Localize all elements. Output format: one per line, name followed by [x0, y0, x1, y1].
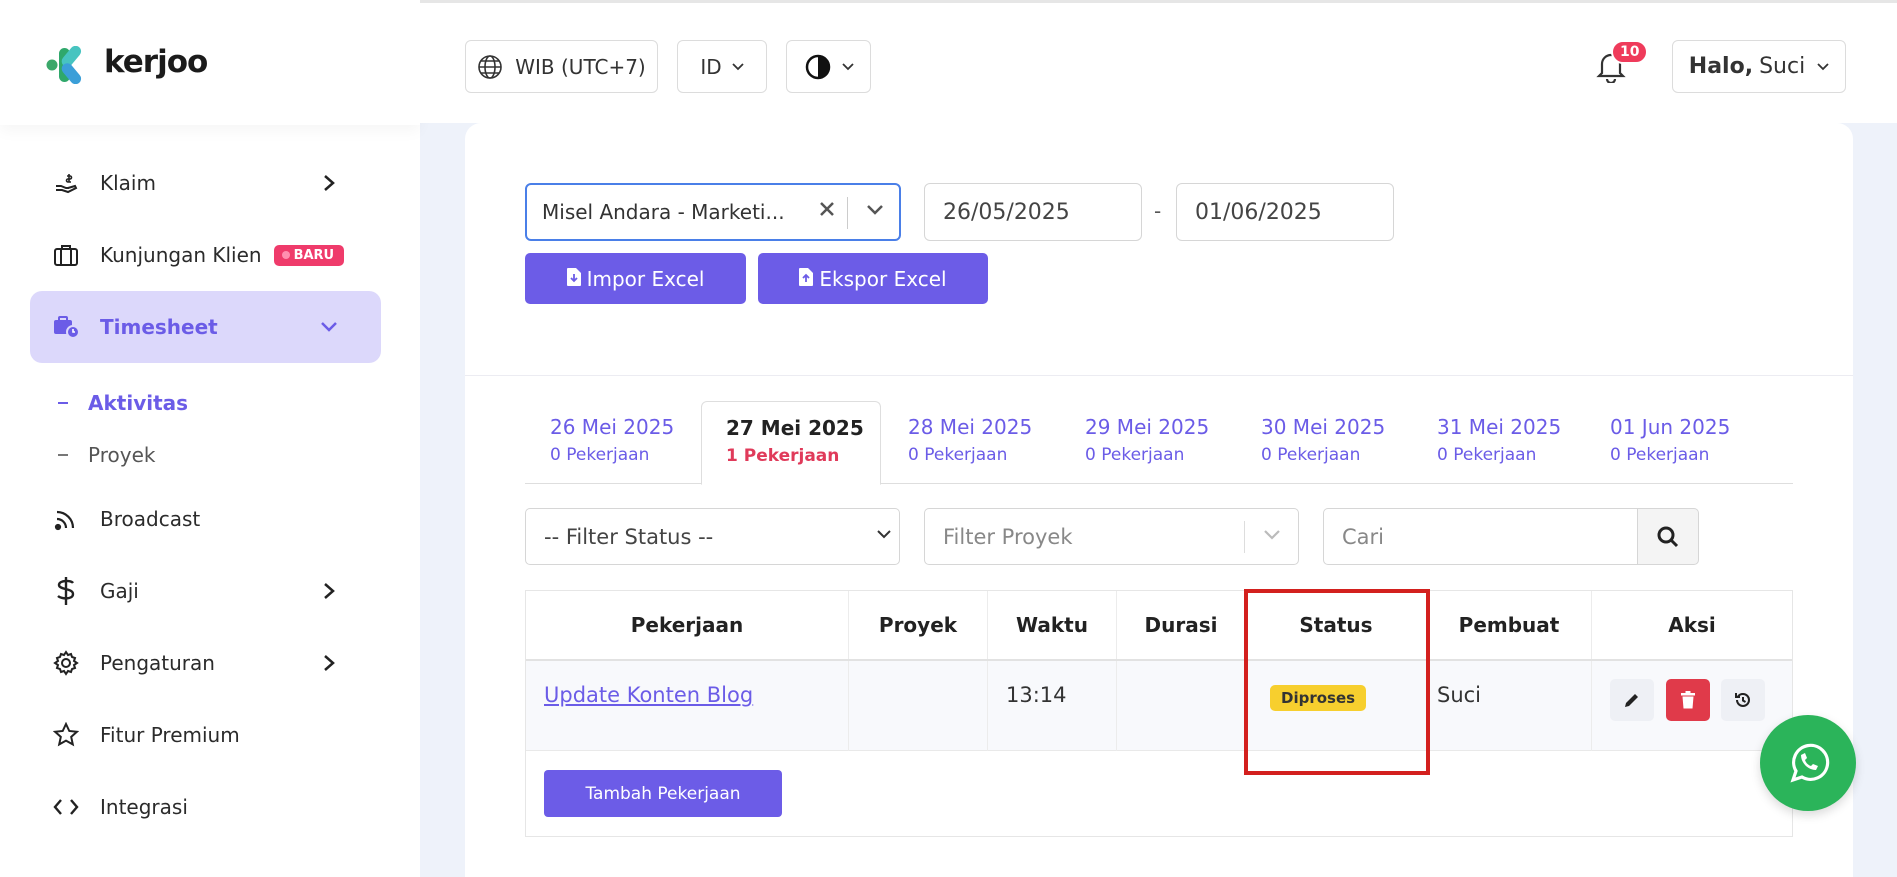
history-icon [1733, 690, 1753, 710]
search-button[interactable] [1637, 508, 1699, 565]
user-menu[interactable]: Halo, Suci [1672, 40, 1846, 93]
sidebar-item-label: Klaim [100, 171, 156, 195]
table-row: Update Konten Blog 13:14 Diproses Suci [526, 661, 1792, 751]
sidebar-item-label: Broadcast [100, 507, 201, 531]
column-header: Durasi [1117, 591, 1246, 659]
sidebar-item-kunjungan-klien[interactable]: Kunjungan Klien BARU [30, 219, 381, 291]
status-badge: Diproses [1270, 685, 1367, 711]
brand-name[interactable]: kerjoo [104, 44, 208, 80]
sidebar-item-label: Fitur Premium [100, 723, 240, 747]
chevron-down-icon [732, 62, 744, 71]
column-header: Status [1246, 591, 1427, 659]
language-selector[interactable]: ID [677, 40, 767, 93]
new-badge: BARU [273, 244, 345, 266]
briefcase-icon [52, 241, 80, 269]
tab-day-3[interactable]: 28 Mei 2025 0 Pekerjaan [908, 401, 1032, 485]
time-cell: 13:14 [1006, 683, 1067, 707]
tab-day-1[interactable]: 26 Mei 2025 0 Pekerjaan [550, 401, 674, 485]
tab-day-6[interactable]: 31 Mei 2025 0 Pekerjaan [1437, 401, 1561, 485]
chevron-down-icon[interactable] [865, 199, 885, 224]
theme-toggle[interactable] [786, 40, 871, 93]
brand-header: kerjoo [0, 0, 420, 125]
whatsapp-icon [1783, 738, 1833, 788]
column-header: Proyek [849, 591, 988, 659]
chevron-down-icon [317, 315, 341, 339]
hand-coin-icon [52, 169, 80, 197]
search-icon [1656, 525, 1680, 549]
chevron-right-icon [317, 171, 341, 195]
file-export-icon [799, 267, 814, 291]
tab-day-4[interactable]: 29 Mei 2025 0 Pekerjaan [1085, 401, 1209, 485]
chevron-right-icon [317, 651, 341, 675]
timesheet-table: Pekerjaan Proyek Waktu Durasi Status Pem… [525, 590, 1793, 837]
star-icon [52, 721, 80, 749]
sidebar-item-broadcast[interactable]: Broadcast [30, 483, 381, 555]
contrast-icon [804, 53, 832, 81]
globe-icon [477, 54, 503, 80]
kerjoo-logo-icon [46, 46, 82, 84]
timesheet-icon [52, 313, 80, 341]
chevron-down-icon [877, 529, 891, 539]
sidebar-item-gaji[interactable]: Gaji [30, 555, 381, 627]
sidebar-item-label: Integrasi [100, 795, 188, 819]
sidebar-item-timesheet[interactable]: Timesheet [30, 291, 381, 363]
status-filter-select[interactable]: -- Filter Status -- [525, 508, 900, 565]
job-link[interactable]: Update Konten Blog [544, 683, 753, 707]
creator-cell: Suci [1437, 683, 1482, 707]
tab-day-5[interactable]: 30 Mei 2025 0 Pekerjaan [1261, 401, 1385, 485]
project-filter-select[interactable]: Filter Proyek [924, 508, 1299, 565]
chevron-down-icon [1263, 529, 1281, 541]
sidebar: kerjoo Klaim Kunjungan Klien BARU Timesh… [0, 0, 420, 877]
employee-select[interactable]: Misel Andara - Marketi... [525, 183, 901, 241]
delete-button[interactable] [1666, 679, 1710, 721]
dollar-icon [52, 577, 80, 605]
sidebar-item-fitur-premium[interactable]: Fitur Premium [30, 699, 381, 771]
project-cell [849, 661, 988, 751]
timezone-selector[interactable]: WIB (UTC+7) [465, 40, 658, 93]
sidebar-item-integrasi[interactable]: Integrasi [30, 771, 381, 843]
add-job-button[interactable]: Tambah Pekerjaan [544, 770, 782, 817]
edit-button[interactable] [1610, 679, 1654, 721]
code-icon [52, 793, 80, 821]
search-input[interactable]: Cari [1323, 508, 1639, 565]
import-excel-button[interactable]: Impor Excel [525, 253, 746, 304]
sidebar-item-label: Pengaturan [100, 651, 215, 675]
pencil-icon [1623, 691, 1641, 709]
column-header: Pembuat [1427, 591, 1592, 659]
date-from-input[interactable]: 26/05/2025 [924, 183, 1142, 241]
chevron-down-icon [1817, 62, 1829, 71]
column-header: Waktu [988, 591, 1117, 659]
sidebar-item-pengaturan[interactable]: Pengaturan [30, 627, 381, 699]
tab-day-2[interactable]: 27 Mei 2025 1 Pekerjaan [701, 401, 881, 485]
top-header: WIB (UTC+7) ID 10 Halo, Suci [420, 0, 1897, 123]
timesheet-card: Misel Andara - Marketi... 26/05/2025 - 0… [465, 123, 1853, 877]
column-header: Pekerjaan [526, 591, 849, 659]
history-button[interactable] [1721, 679, 1765, 721]
date-separator: - [1154, 199, 1162, 223]
file-import-icon [566, 267, 581, 291]
chevron-down-icon [841, 62, 854, 71]
notification-count-badge: 10 [1611, 40, 1649, 64]
column-header: Aksi [1668, 613, 1716, 637]
gear-icon [52, 649, 80, 677]
sidebar-item-label: Gaji [100, 579, 139, 603]
tab-day-7[interactable]: 01 Jun 2025 0 Pekerjaan [1610, 401, 1730, 485]
export-excel-button[interactable]: Ekspor Excel [758, 253, 988, 304]
clear-icon[interactable] [817, 199, 837, 224]
sidebar-item-label: Timesheet [100, 315, 218, 339]
sidebar-item-label: Kunjungan Klien [100, 243, 262, 267]
broadcast-icon [52, 505, 80, 533]
whatsapp-button[interactable] [1760, 715, 1856, 811]
sidebar-subitem-aktivitas[interactable]: Aktivitas [58, 391, 188, 415]
chevron-right-icon [317, 579, 341, 603]
sidebar-item-klaim[interactable]: Klaim [30, 147, 381, 219]
duration-cell [1117, 661, 1246, 751]
trash-icon [1680, 691, 1696, 709]
sidebar-subitem-proyek[interactable]: Proyek [58, 443, 155, 467]
date-to-input[interactable]: 01/06/2025 [1176, 183, 1394, 241]
